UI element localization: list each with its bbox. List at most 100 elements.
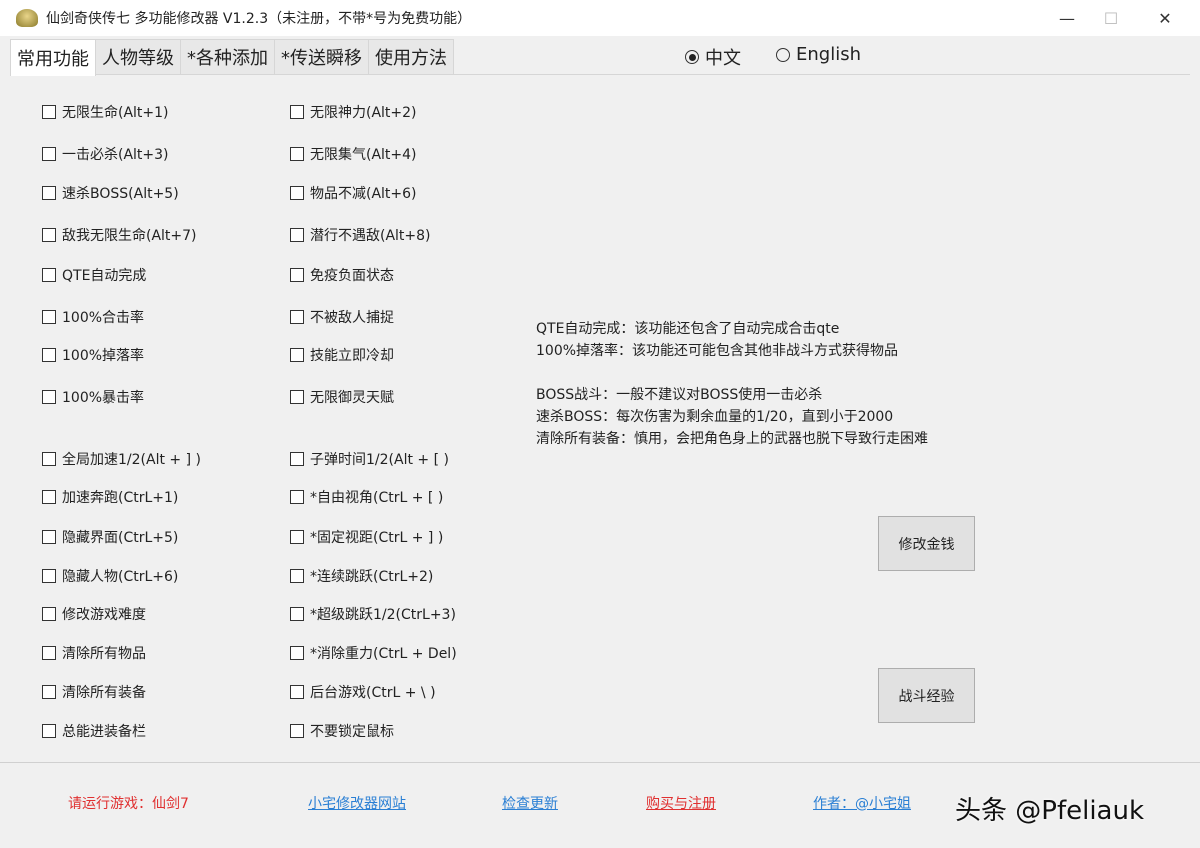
- checkbox-box[interactable]: [42, 105, 56, 119]
- checkbox-box[interactable]: [42, 490, 56, 504]
- feature-checkbox[interactable]: 无限集气(Alt+4): [290, 144, 417, 164]
- checkbox-label: *连续跳跃(CtrL+2): [310, 569, 434, 585]
- feature-checkbox[interactable]: 潜行不遇敌(Alt+8): [290, 225, 431, 245]
- app-icon: [16, 9, 38, 27]
- feature-checkbox[interactable]: 一击必杀(Alt+3): [42, 144, 169, 164]
- feature-checkbox[interactable]: *连续跳跃(CtrL+2): [290, 566, 433, 586]
- checkbox-label: 100%掉落率: [62, 348, 145, 364]
- checkbox-box[interactable]: [290, 105, 304, 119]
- feature-checkbox[interactable]: 无限神力(Alt+2): [290, 102, 417, 122]
- radio-chinese[interactable]: 中文: [685, 44, 741, 70]
- checkbox-box[interactable]: [290, 490, 304, 504]
- feature-checkbox[interactable]: 隐藏人物(CtrL+6): [42, 566, 178, 586]
- checkbox-label: *自由视角(CtrL + [ ): [310, 490, 444, 506]
- feature-checkbox[interactable]: *消除重力(CtrL + Del): [290, 643, 457, 663]
- checkbox-label: *固定视距(CtrL + ] ): [310, 530, 444, 546]
- checkbox-box[interactable]: [290, 228, 304, 242]
- feature-checkbox[interactable]: 无限生命(Alt+1): [42, 102, 169, 122]
- feature-checkbox[interactable]: 后台游戏(CtrL + \ ): [290, 682, 436, 702]
- checkbox-box[interactable]: [290, 348, 304, 362]
- checkbox-label: QTE自动完成: [62, 268, 147, 284]
- feature-checkbox[interactable]: 修改游戏难度: [42, 604, 146, 624]
- checkbox-label: 无限御灵天赋: [310, 390, 394, 406]
- feature-checkbox[interactable]: 100%掉落率: [42, 345, 144, 365]
- feature-checkbox[interactable]: *固定视距(CtrL + ] ): [290, 527, 443, 547]
- checkbox-box[interactable]: [42, 530, 56, 544]
- checkbox-box[interactable]: [42, 228, 56, 242]
- checkbox-label: 后台游戏(CtrL + \ ): [310, 685, 436, 701]
- checkbox-box[interactable]: [42, 147, 56, 161]
- register-link[interactable]: 购买与注册: [646, 793, 716, 813]
- feature-checkbox[interactable]: 隐藏界面(CtrL+5): [42, 527, 178, 547]
- checkbox-box[interactable]: [290, 147, 304, 161]
- tab-teleport[interactable]: *传送瞬移: [275, 39, 369, 75]
- checkbox-box[interactable]: [290, 268, 304, 282]
- checkbox-box[interactable]: [290, 569, 304, 583]
- checkbox-box[interactable]: [290, 607, 304, 621]
- checkbox-box[interactable]: [290, 186, 304, 200]
- title-bar: 仙剑奇侠传七 多功能修改器 V1.2.3（未注册，不带*号为免费功能） — ☐ …: [0, 0, 1200, 36]
- feature-checkbox[interactable]: 全局加速1/2(Alt + ] ): [42, 449, 201, 469]
- feature-checkbox[interactable]: 总能进装备栏: [42, 721, 146, 741]
- check-update-link[interactable]: 检查更新: [502, 793, 558, 813]
- tab-add-items[interactable]: *各种添加: [181, 39, 275, 75]
- checkbox-box[interactable]: [290, 390, 304, 404]
- checkbox-box[interactable]: [42, 646, 56, 660]
- checkbox-box[interactable]: [42, 390, 56, 404]
- feature-checkbox[interactable]: 无限御灵天赋: [290, 387, 394, 407]
- checkbox-label: 敌我无限生命(Alt+7): [62, 228, 197, 244]
- feature-checkbox[interactable]: 100%暴击率: [42, 387, 144, 407]
- checkbox-box[interactable]: [290, 530, 304, 544]
- checkbox-label: 全局加速1/2(Alt + ] ): [62, 452, 201, 468]
- checkbox-label: 无限神力(Alt+2): [310, 105, 417, 121]
- radio-english[interactable]: English: [776, 44, 861, 65]
- tab-character-level[interactable]: 人物等级: [96, 39, 181, 75]
- checkbox-label: 清除所有装备: [62, 685, 146, 701]
- checkbox-label: 隐藏界面(CtrL+5): [62, 530, 179, 546]
- modify-money-button[interactable]: 修改金钱: [878, 516, 975, 571]
- checkbox-label: 免疫负面状态: [310, 268, 394, 284]
- checkbox-box[interactable]: [42, 685, 56, 699]
- website-link[interactable]: 小宅修改器网站: [308, 793, 406, 813]
- checkbox-box[interactable]: [42, 186, 56, 200]
- feature-checkbox[interactable]: 100%合击率: [42, 307, 144, 327]
- radio-circle[interactable]: [776, 47, 790, 62]
- maximize-button[interactable]: ☐: [1084, 0, 1138, 36]
- feature-checkbox[interactable]: QTE自动完成: [42, 265, 146, 285]
- tab-common[interactable]: 常用功能: [10, 39, 96, 76]
- feature-checkbox[interactable]: 速杀BOSS(Alt+5): [42, 183, 179, 203]
- feature-checkbox[interactable]: 清除所有物品: [42, 643, 146, 663]
- checkbox-box[interactable]: [290, 685, 304, 699]
- feature-checkbox[interactable]: 加速奔跑(CtrL+1): [42, 487, 178, 507]
- feature-checkbox[interactable]: 子弹时间1/2(Alt + [ ): [290, 449, 449, 469]
- checkbox-box[interactable]: [290, 452, 304, 466]
- checkbox-label: 100%合击率: [62, 310, 145, 326]
- close-button[interactable]: ✕: [1138, 0, 1192, 36]
- feature-checkbox[interactable]: *自由视角(CtrL + [ ): [290, 487, 443, 507]
- feature-checkbox[interactable]: 不要锁定鼠标: [290, 721, 394, 741]
- checkbox-box[interactable]: [42, 569, 56, 583]
- feature-checkbox[interactable]: *超级跳跃1/2(CtrL+3): [290, 604, 456, 624]
- checkbox-box[interactable]: [42, 607, 56, 621]
- feature-checkbox[interactable]: 敌我无限生命(Alt+7): [42, 225, 197, 245]
- tab-usage[interactable]: 使用方法: [369, 39, 454, 75]
- feature-checkbox[interactable]: 物品不减(Alt+6): [290, 183, 417, 203]
- feature-checkbox[interactable]: 不被敌人捕捉: [290, 307, 394, 327]
- checkbox-box[interactable]: [290, 646, 304, 660]
- feature-checkbox[interactable]: 技能立即冷却: [290, 345, 394, 365]
- author-link[interactable]: 作者：@小宅姐: [813, 793, 911, 813]
- battle-exp-button[interactable]: 战斗经验: [878, 668, 975, 723]
- checkbox-box[interactable]: [42, 452, 56, 466]
- radio-label: English: [796, 44, 861, 65]
- checkbox-label: 清除所有物品: [62, 646, 146, 662]
- checkbox-box[interactable]: [290, 310, 304, 324]
- checkbox-box[interactable]: [290, 724, 304, 738]
- feature-checkbox[interactable]: 清除所有装备: [42, 682, 146, 702]
- radio-circle[interactable]: [685, 50, 699, 64]
- checkbox-box[interactable]: [42, 724, 56, 738]
- checkbox-box[interactable]: [42, 268, 56, 282]
- game-status: 请运行游戏：仙剑7: [68, 796, 189, 812]
- checkbox-box[interactable]: [42, 348, 56, 362]
- feature-checkbox[interactable]: 免疫负面状态: [290, 265, 394, 285]
- checkbox-box[interactable]: [42, 310, 56, 324]
